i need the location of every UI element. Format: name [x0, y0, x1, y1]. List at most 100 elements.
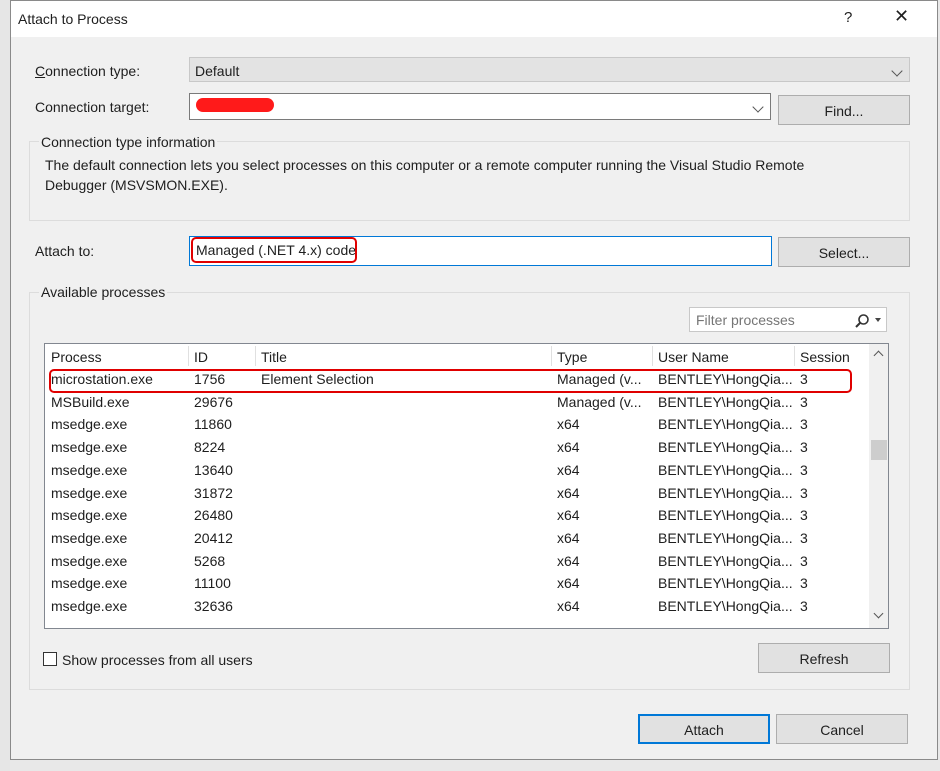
redacted-mark	[196, 98, 274, 112]
table-cell: Managed (v...	[557, 393, 642, 410]
table-cell: 3	[800, 439, 808, 456]
table-cell: BENTLEY\HongQia...	[658, 552, 793, 569]
table-cell: x64	[557, 484, 580, 501]
column-separator[interactable]	[794, 346, 795, 366]
chevron-down-icon	[752, 101, 764, 113]
table-row[interactable]: msedge.exe 8224 x64 BENTLEY\HongQia... 3	[45, 437, 865, 459]
scroll-down-icon[interactable]	[873, 608, 884, 619]
search-icon[interactable]	[854, 313, 870, 329]
column-header[interactable]: Session	[800, 349, 850, 365]
table-cell: 20412	[194, 529, 233, 546]
table-row[interactable]: msedge.exe 20412 x64 BENTLEY\HongQia... 3	[45, 528, 865, 550]
table-cell: BENTLEY\HongQia...	[658, 598, 793, 614]
table-cell: x64	[557, 552, 580, 569]
table-row[interactable]: msedge.exe 11860 x64 BENTLEY\HongQia... 3	[45, 414, 865, 436]
table-cell: 3	[800, 575, 808, 592]
chevron-down-icon	[891, 65, 903, 77]
connection-info-text: The default connection lets you select p…	[45, 157, 805, 193]
table-cell: msedge.exe	[51, 598, 128, 614]
search-dropdown-icon[interactable]	[875, 318, 881, 322]
column-header[interactable]: Type	[557, 349, 587, 365]
help-icon[interactable]: ?	[844, 9, 852, 26]
table-cell: 13640	[194, 461, 233, 478]
table-row[interactable]: msedge.exe 32636 x64 BENTLEY\HongQia... 3	[45, 596, 865, 618]
annotation-highlight-process-row	[49, 369, 852, 393]
table-cell: 3	[800, 529, 808, 546]
filter-processes-box[interactable]	[689, 307, 887, 332]
column-separator[interactable]	[255, 346, 256, 366]
connection-target-combobox[interactable]	[189, 93, 771, 120]
scroll-up-icon[interactable]	[873, 350, 884, 361]
table-cell: x64	[557, 529, 580, 546]
column-header[interactable]: ID	[194, 349, 208, 365]
table-cell: BENTLEY\HongQia...	[658, 507, 793, 524]
table-cell: x64	[557, 598, 580, 614]
annotation-highlight-attach-to	[191, 237, 357, 263]
connection-target-label: Connection target:	[35, 99, 150, 115]
show-all-users-label: Show processes from all users	[62, 652, 253, 668]
table-row[interactable]: msedge.exe 31872 x64 BENTLEY\HongQia... 3	[45, 483, 865, 505]
column-separator[interactable]	[188, 346, 189, 366]
available-processes-heading: Available processes	[39, 284, 168, 300]
table-cell: 3	[800, 598, 808, 614]
table-cell: msedge.exe	[51, 416, 128, 433]
column-separator[interactable]	[551, 346, 552, 366]
attach-button[interactable]: Attach	[638, 714, 770, 744]
table-row[interactable]: msedge.exe 13640 x64 BENTLEY\HongQia... 3	[45, 460, 865, 482]
table-cell: 26480	[194, 507, 233, 524]
table-cell: msedge.exe	[51, 461, 128, 478]
table-cell: x64	[557, 439, 580, 456]
table-cell: msedge.exe	[51, 507, 128, 524]
select-button[interactable]: Select...	[778, 237, 910, 267]
dialog-title: Attach to Process	[18, 11, 128, 27]
table-cell: x64	[557, 507, 580, 524]
cancel-button[interactable]: Cancel	[776, 714, 908, 744]
table-cell: BENTLEY\HongQia...	[658, 439, 793, 456]
scroll-thumb[interactable]	[871, 440, 887, 460]
table-cell: BENTLEY\HongQia...	[658, 575, 793, 592]
table-cell: msedge.exe	[51, 575, 128, 592]
close-icon[interactable]: ✕	[894, 6, 909, 27]
table-cell: x64	[557, 461, 580, 478]
table-cell: 11860	[194, 416, 232, 433]
process-list-header: Process ID Title Type User Name Session	[45, 344, 865, 368]
table-row[interactable]: msedge.exe 11100 x64 BENTLEY\HongQia... 3	[45, 573, 865, 595]
table-cell: msedge.exe	[51, 552, 128, 569]
show-all-users-checkbox[interactable]	[43, 652, 57, 666]
table-row[interactable]: MSBuild.exe 29676 Managed (v... BENTLEY\Hon…	[45, 392, 865, 414]
find-button[interactable]: Find...	[778, 95, 910, 125]
table-cell: BENTLEY\HongQia...	[658, 393, 793, 410]
table-cell: 11100	[194, 575, 231, 592]
table-cell: 3	[800, 552, 808, 569]
table-cell: msedge.exe	[51, 439, 128, 456]
table-cell: msedge.exe	[51, 484, 128, 501]
process-list-scrollbar[interactable]	[869, 344, 888, 628]
table-cell: x64	[557, 416, 580, 433]
table-cell: 3	[800, 461, 808, 478]
table-row[interactable]: msedge.exe 26480 x64 BENTLEY\HongQia... 3	[45, 505, 865, 527]
table-cell: x64	[557, 575, 580, 592]
background-editor-strip	[0, 0, 10, 771]
column-separator[interactable]	[652, 346, 653, 366]
connection-type-select[interactable]: Default	[189, 57, 910, 82]
filter-processes-input[interactable]	[694, 311, 848, 329]
table-cell: msedge.exe	[51, 529, 128, 546]
connection-info-heading: Connection type information	[39, 134, 218, 150]
refresh-button[interactable]: Refresh	[758, 643, 890, 673]
table-cell: 3	[800, 416, 808, 433]
table-row[interactable]: msedge.exe 5268 x64 BENTLEY\HongQia... 3	[45, 551, 865, 573]
attach-to-label: Attach to:	[35, 243, 95, 259]
table-cell: 5268	[194, 552, 226, 569]
table-cell: 3	[800, 484, 808, 501]
table-cell: MSBuild.exe	[51, 393, 130, 410]
connection-type-label: Connection type:	[35, 63, 141, 79]
table-cell: BENTLEY\HongQia...	[658, 484, 793, 501]
table-cell: 3	[800, 507, 808, 524]
column-header[interactable]: Process	[51, 349, 102, 365]
table-cell: 8224	[194, 439, 226, 456]
connection-type-value: Default	[195, 63, 240, 79]
table-cell: BENTLEY\HongQia...	[658, 529, 793, 546]
column-header[interactable]: Title	[261, 349, 287, 365]
title-bar: Attach to Process ? ✕	[11, 1, 937, 37]
column-header[interactable]: User Name	[658, 349, 729, 365]
